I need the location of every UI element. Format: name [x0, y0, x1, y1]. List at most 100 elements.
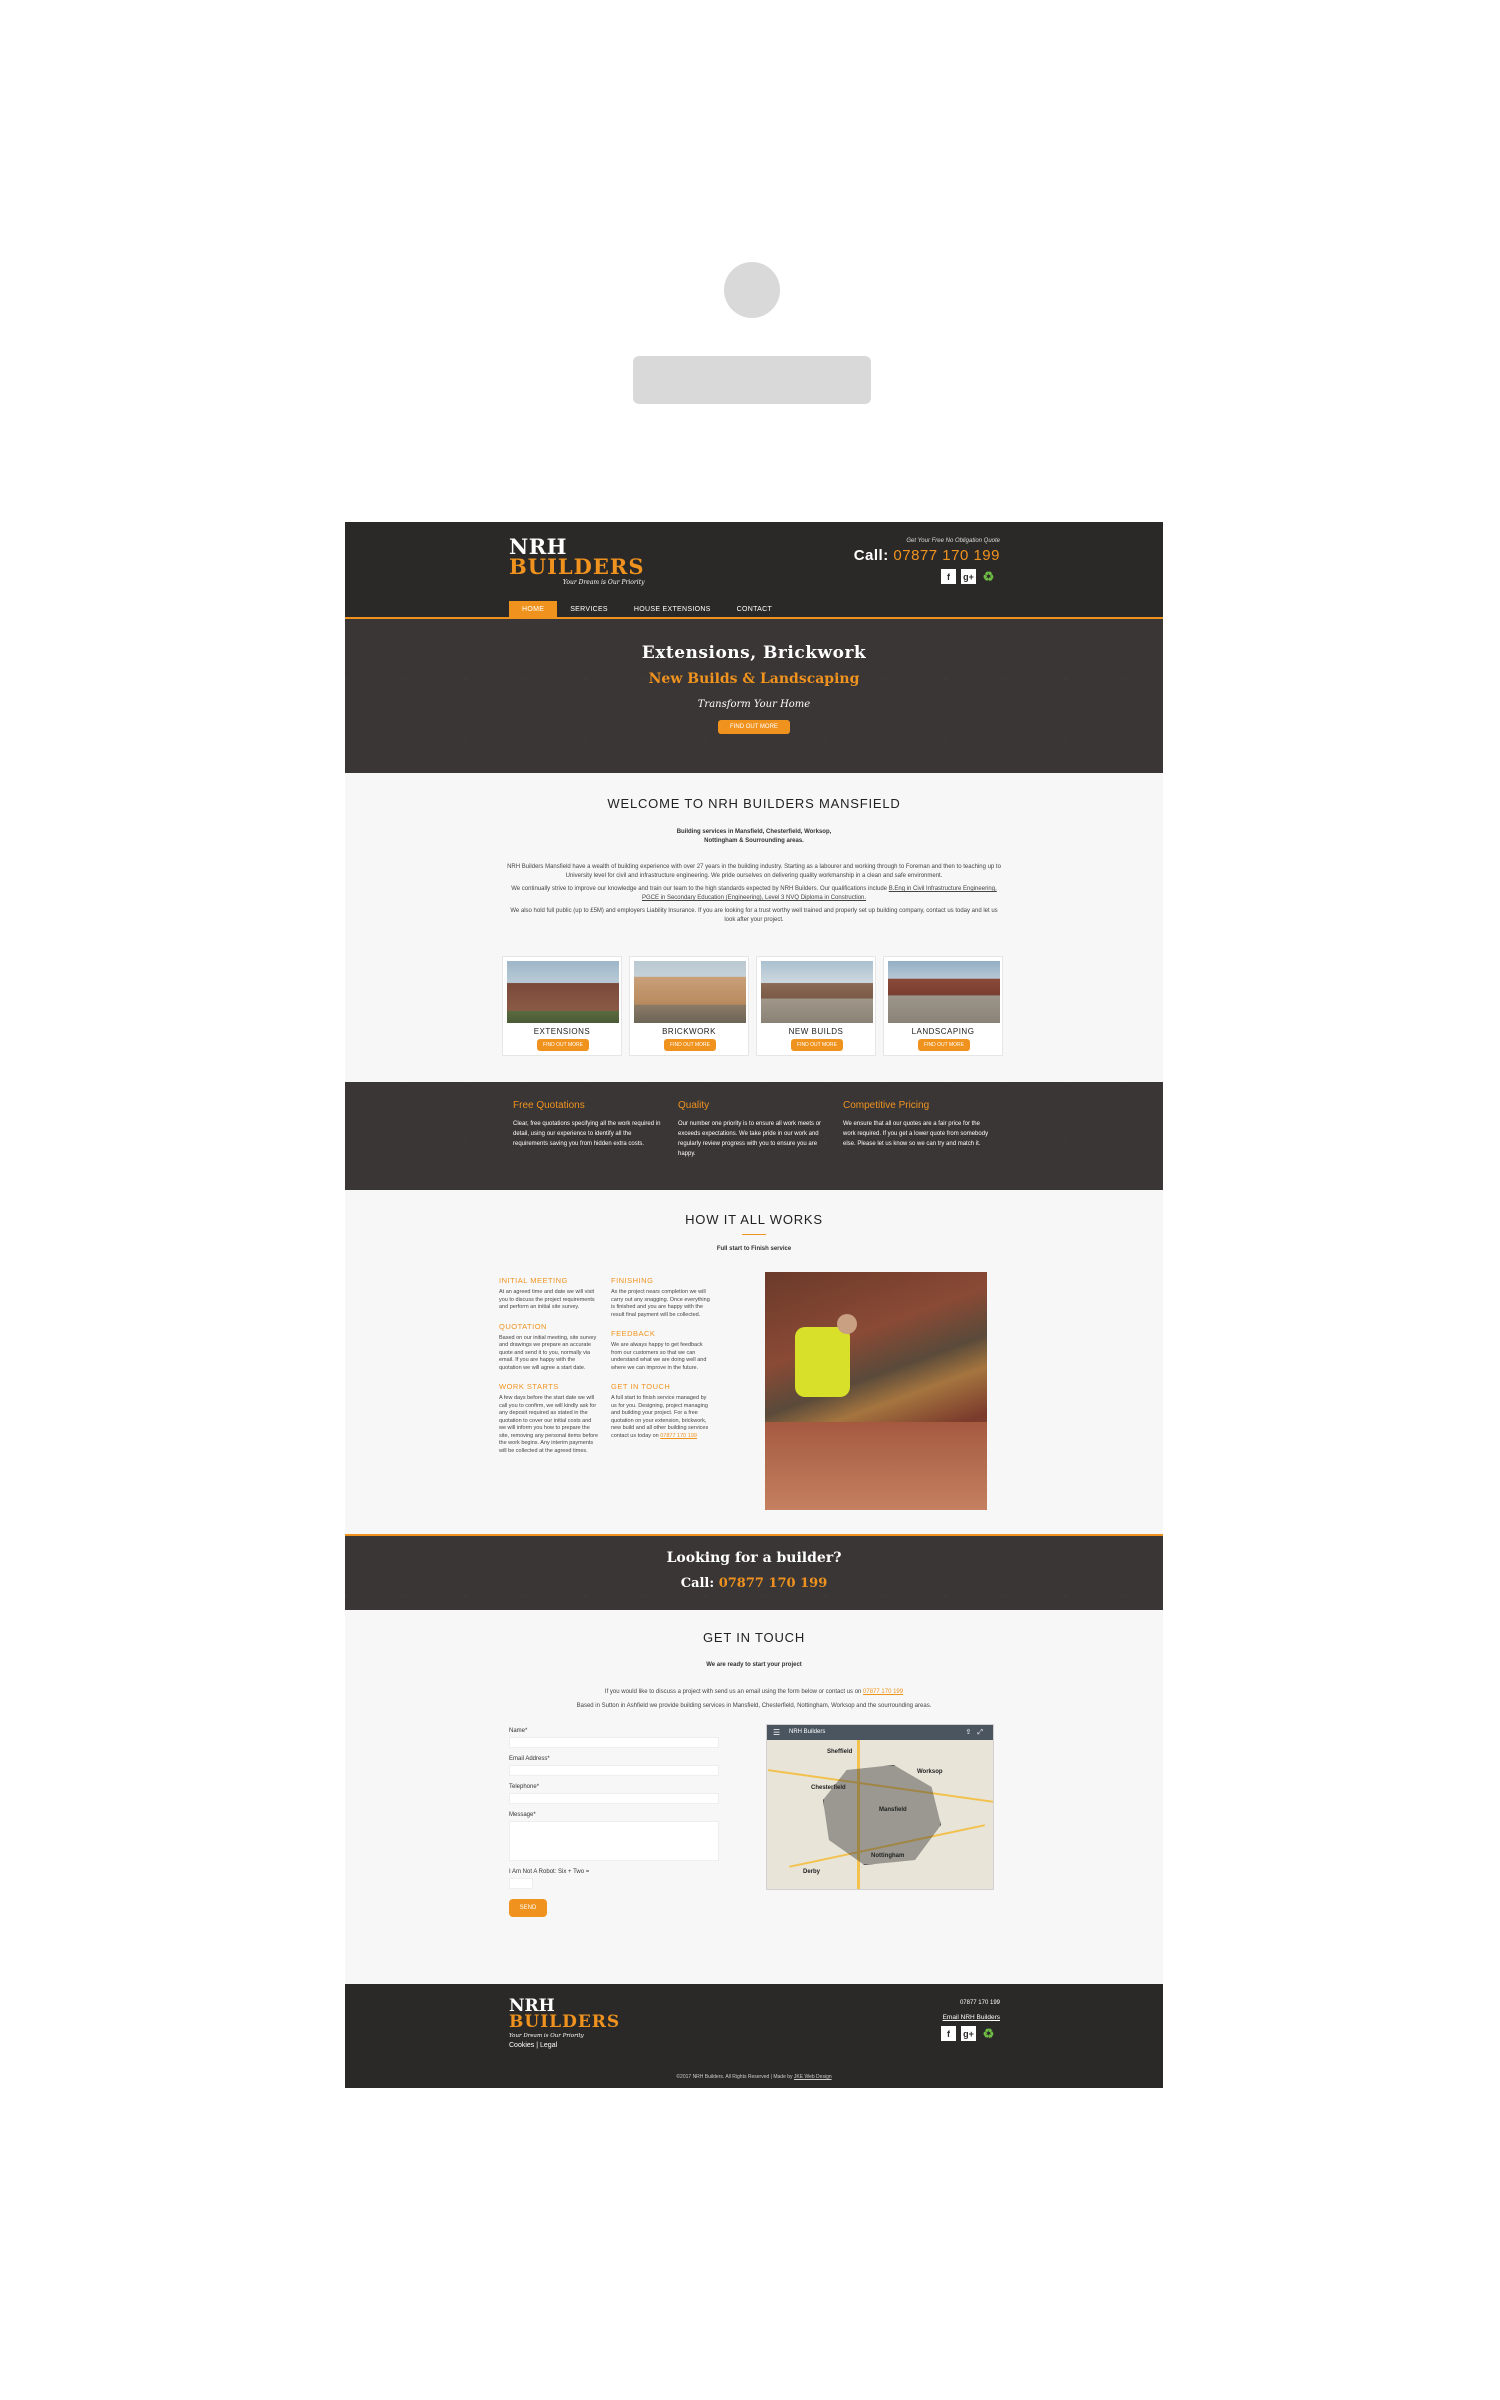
feature-text: Clear, free quotations specifying all th…: [513, 1121, 661, 1147]
map-place-label: Derby: [803, 1869, 821, 1875]
photo-worker-head: [837, 1314, 857, 1334]
map-toolbar: ☰ NRH Builders ⇪⤢: [767, 1725, 993, 1740]
nav-item-services[interactable]: SERVICES: [557, 601, 621, 618]
steps-column-2: FINISHING As the project nears completio…: [611, 1276, 711, 1450]
hero-tagline: Transform Your Home: [697, 699, 811, 710]
step-get-in-touch: GET IN TOUCH A full start to finish serv…: [611, 1382, 711, 1440]
welcome-paragraph-3: We also hold full public (up to £5M) and…: [510, 908, 998, 923]
cookies-link[interactable]: Cookies: [509, 2042, 534, 2049]
name-field[interactable]: [509, 1737, 719, 1748]
loading-placeholder-bar: [633, 356, 871, 404]
contact-form: Name* Email Address* Telephone* Message*…: [509, 1728, 719, 1917]
step-text: We are always happy to get feedback from…: [611, 1342, 707, 1371]
landscaping-photo: [888, 961, 1000, 1023]
nav-item-contact[interactable]: CONTACT: [724, 601, 785, 618]
captcha-label: I Am Not A Robot: Six + Two =: [509, 1869, 590, 1875]
contact-line-1-text: If you would like to discuss a project w…: [604, 1689, 862, 1695]
social-links: f g+ ♻: [941, 569, 996, 584]
footer-phone[interactable]: 07877 170 199: [960, 2000, 1000, 2006]
main-nav: HOME SERVICES HOUSE EXTENSIONS CONTACT: [345, 600, 1163, 619]
new-builds-photo: [761, 961, 873, 1023]
facebook-icon[interactable]: f: [941, 2026, 956, 2041]
feature-free-quotations: Free Quotations Clear, free quotations s…: [513, 1100, 663, 1149]
cta-call[interactable]: Call: 07877 170 199: [345, 1576, 1163, 1591]
loading-placeholder-circle: [724, 262, 780, 318]
captcha-field[interactable]: [509, 1878, 533, 1889]
message-field[interactable]: [509, 1821, 719, 1861]
map-menu-icon[interactable]: ☰: [773, 1725, 780, 1740]
contact-subtitle: We are ready to start your project: [706, 1662, 802, 1668]
map-share-icon[interactable]: ⇪⤢: [966, 1725, 989, 1740]
how-it-works-subtitle: Full start to Finish service: [716, 1246, 792, 1252]
email-field[interactable]: [509, 1765, 719, 1776]
cta-heading: Looking for a builder?: [666, 1550, 842, 1566]
google-plus-icon[interactable]: g+: [961, 2026, 976, 2041]
website-preview: NRH BUILDERS Your Dream is Our Priority …: [345, 522, 1163, 2088]
copyright: ©2017 NRH Builders. All Rights Reserved …: [345, 2074, 1163, 2080]
feature-text: We ensure that all our quotes are a fair…: [843, 1121, 989, 1147]
title-underline: [742, 1234, 766, 1235]
step-title: GET IN TOUCH: [611, 1382, 671, 1391]
step-initial-meeting: INITIAL MEETING At an agreed time and da…: [499, 1276, 599, 1312]
cta-phone[interactable]: 07877 170 199: [719, 1576, 828, 1591]
service-area-polygon: [823, 1765, 941, 1865]
nav-item-home[interactable]: HOME: [509, 601, 558, 618]
contact-intro: If you would like to discuss a project w…: [465, 1685, 1043, 1713]
find-out-more-button[interactable]: FIND OUT MORE: [791, 1039, 843, 1051]
step-phone-link[interactable]: 07877 170 199: [660, 1433, 697, 1439]
feature-text: Our number one priority is to ensure all…: [678, 1121, 822, 1157]
find-out-more-button[interactable]: FIND OUT MORE: [664, 1039, 716, 1051]
service-card-new-builds[interactable]: NEW BUILDS FIND OUT MORE: [756, 956, 876, 1056]
feature-title: Competitive Pricing: [843, 1100, 930, 1111]
welcome-body: NRH Builders Mansfield have a wealth of …: [505, 863, 1003, 929]
step-title: INITIAL MEETING: [499, 1276, 568, 1285]
hero-subtitle: New Builds & Landscaping: [648, 671, 860, 687]
service-card-label: LANDSCAPING: [911, 1027, 975, 1036]
map-place-label: Chesterfield: [811, 1785, 846, 1791]
extensions-photo: [507, 961, 619, 1023]
service-card-brickwork[interactable]: BRICKWORK FIND OUT MORE: [629, 956, 749, 1056]
header-phone[interactable]: 07877 170 199: [893, 547, 1000, 564]
legal-link[interactable]: Legal: [540, 2042, 557, 2049]
map-place-label: Mansfield: [879, 1807, 907, 1813]
service-area-map[interactable]: Sheffield Chesterfield Mansfield Notting…: [766, 1724, 994, 1890]
footer-logo[interactable]: NRH BUILDERS Your Dream is Our Priority: [509, 1998, 620, 2040]
service-card-landscaping[interactable]: LANDSCAPING FIND OUT MORE: [883, 956, 1003, 1056]
telephone-field[interactable]: [509, 1793, 719, 1804]
facebook-icon[interactable]: f: [941, 569, 956, 584]
cta-call-label: Call:: [680, 1576, 715, 1591]
find-out-more-button[interactable]: FIND OUT MORE: [537, 1039, 589, 1051]
contact-line-1: If you would like to discuss a project w…: [465, 1685, 1043, 1699]
feature-title: Quality: [678, 1100, 710, 1111]
service-card-label: NEW BUILDS: [788, 1027, 844, 1036]
features-band: Free Quotations Clear, free quotations s…: [345, 1082, 1163, 1190]
brickwork-photo: [634, 961, 746, 1023]
leaf-icon[interactable]: ♻: [981, 2026, 996, 2041]
footer-tagline: Your Dream is Our Priority: [509, 2033, 584, 2039]
photo-ground: [765, 1422, 987, 1510]
google-plus-icon[interactable]: g+: [961, 569, 976, 584]
site-logo[interactable]: NRH BUILDERS Your Dream is Our Priority: [509, 536, 645, 586]
contact-phone-link[interactable]: 07877 170 199: [863, 1689, 903, 1695]
leaf-icon[interactable]: ♻: [981, 569, 996, 584]
feature-competitive-pricing: Competitive Pricing We ensure that all o…: [843, 1100, 993, 1149]
step-finishing: FINISHING As the project nears completio…: [611, 1276, 711, 1319]
welcome-subtitle: Building services in Mansfield, Chesterf…: [676, 829, 832, 844]
send-button[interactable]: SEND: [509, 1899, 547, 1917]
cta-band: Looking for a builder? Call: 07877 170 1…: [345, 1534, 1163, 1610]
header-call[interactable]: Call: 07877 170 199: [854, 547, 1000, 564]
step-quotation: QUOTATION Based on our initial meeting, …: [499, 1322, 599, 1373]
footer-social-links: f g+ ♻: [941, 2026, 996, 2041]
footer-email-link[interactable]: Email NRH Builders: [943, 2014, 1000, 2021]
hero-find-out-more-button[interactable]: FIND OUT MORE: [718, 720, 790, 734]
find-out-more-button[interactable]: FIND OUT MORE: [918, 1039, 970, 1051]
step-feedback: FEEDBACK We are always happy to get feed…: [611, 1329, 711, 1372]
contact-title: GET IN TOUCH: [702, 1630, 806, 1645]
service-card-extensions[interactable]: EXTENSIONS FIND OUT MORE: [502, 956, 622, 1056]
step-title: FINISHING: [611, 1276, 654, 1285]
step-text: As the project nears completion we will …: [611, 1289, 710, 1318]
credit-link[interactable]: JKE Web Design: [794, 2074, 832, 2080]
free-quote-text: Get Your Free No Obligation Quote: [906, 538, 1000, 544]
nav-item-house-extensions[interactable]: HOUSE EXTENSIONS: [621, 601, 724, 618]
service-cards: EXTENSIONS FIND OUT MORE BRICKWORK FIND …: [502, 956, 1003, 1056]
